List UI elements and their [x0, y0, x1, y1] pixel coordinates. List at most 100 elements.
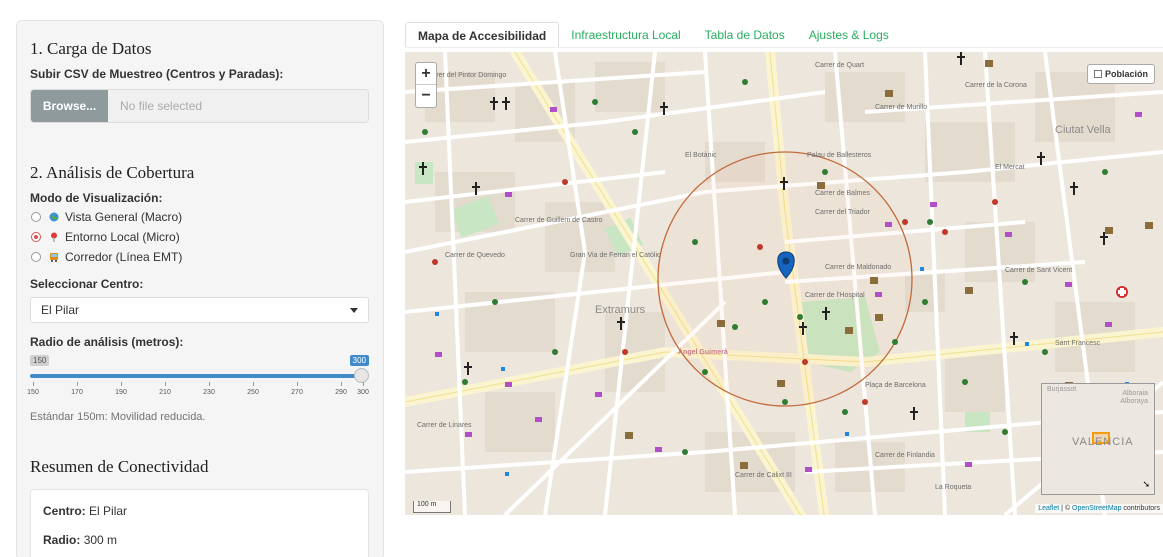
file-upload[interactable]: Browse... No file selected — [30, 89, 369, 123]
slider-tick — [209, 382, 210, 386]
map-label: Palau de Ballesteros — [807, 152, 872, 159]
population-label: Población — [1104, 69, 1148, 79]
zoom-control: + − — [415, 62, 437, 108]
summary-value: El Pilar — [89, 504, 128, 518]
slider-tick — [33, 382, 34, 386]
tab-settings-logs[interactable]: Ajustes & Logs — [797, 22, 901, 47]
map-label: Carrer de Guillem de Castro — [515, 217, 603, 224]
map-attribution: Leaflet | © OpenStreetMap contributors — [1035, 504, 1163, 513]
radius-label: Radio de análisis (metros): — [30, 335, 184, 349]
map-label: El Mercat — [995, 164, 1025, 171]
summary-radius: Radio: 300 m — [43, 533, 356, 547]
map-label: Carrer de Maldonado — [825, 264, 892, 271]
attribution-separator: | © — [1059, 505, 1073, 512]
slider-tick-label: 170 — [71, 389, 83, 396]
center-select-value: El Pilar — [41, 303, 80, 317]
minimap[interactable]: Burjassot Alboraia Alboraya VALENCIA ➘ — [1041, 383, 1155, 495]
chevron-down-icon — [350, 307, 358, 313]
minimap-label: Burjassot — [1047, 386, 1077, 393]
map-scale: 100 m — [413, 501, 451, 513]
population-checkbox[interactable] — [1093, 70, 1102, 78]
radio-mode-macro[interactable]: Vista General (Macro) — [30, 207, 369, 227]
slider-tick-label: 290 — [335, 389, 347, 396]
section-title-coverage: 2. Análisis de Cobertura — [30, 163, 195, 182]
radio-button[interactable] — [31, 212, 41, 222]
minimap-city: VALENCIA — [1072, 436, 1134, 448]
radius-slider[interactable]: 150 300 150 170 190 210 230 250 270 290 300 — [27, 355, 369, 399]
tab-local-infrastructure[interactable]: Infraestructura Local — [559, 22, 692, 47]
map-label: La Roqueta — [935, 484, 972, 491]
browse-button[interactable]: Browse... — [31, 90, 108, 122]
map-label: Carrer de Sant Vicent — [1005, 267, 1073, 274]
summary-title: Resumen de Conectividad — [30, 457, 209, 476]
radio-label: Corredor (Línea EMT) — [65, 250, 183, 264]
pin-icon — [51, 232, 57, 242]
slider-tick — [363, 382, 364, 386]
slider-tick-label: 270 — [291, 389, 303, 396]
slider-tick — [165, 382, 166, 386]
map-label: Carrer de Linares — [417, 422, 472, 429]
map-label: Carrer de Finlandia — [875, 452, 935, 459]
slider-tick-label: 300 — [357, 389, 369, 396]
slider-tick — [253, 382, 254, 386]
map-label: Gran Via de Ferran el Catòlic — [570, 252, 661, 259]
zoom-in-button[interactable]: + — [416, 63, 436, 85]
help-text: Estándar 150m: Movilidad reducida. — [30, 411, 206, 423]
tab-data-table[interactable]: Tabla de Datos — [693, 22, 797, 47]
map-label: Àngel Guimerà — [678, 349, 728, 356]
map-label: Carrer de Balmes — [815, 190, 870, 197]
slider-tick-label: 150 — [27, 389, 39, 396]
app-root: 1. Carga de Datos Subir CSV de Muestreo … — [0, 0, 1163, 557]
summary-key: Radio: — [43, 533, 81, 547]
mode-label: Modo de Visualización: — [30, 191, 163, 205]
slider-tick-label: 230 — [203, 389, 215, 396]
radio-mode-micro[interactable]: Entorno Local (Micro) — [30, 227, 369, 247]
center-label: Seleccionar Centro: — [30, 277, 144, 291]
slider-tick — [121, 382, 122, 386]
slider-handle[interactable] — [354, 368, 369, 383]
slider-tick — [297, 382, 298, 386]
osm-link[interactable]: OpenStreetMap — [1072, 505, 1121, 512]
tab-accessibility-map[interactable]: Mapa de Accesibilidad — [405, 22, 560, 47]
file-name-field[interactable]: No file selected — [108, 90, 368, 122]
slider-track[interactable] — [30, 374, 361, 378]
map-label: Carrer de Murillo — [875, 104, 928, 111]
map-label: El Botànic — [685, 152, 717, 159]
map-label: Ciutat Vella — [1055, 124, 1111, 136]
upload-label: Subir CSV de Muestreo (Centros y Paradas… — [30, 67, 284, 81]
map-label: Carrer de Quevedo — [445, 252, 505, 259]
map-label: Carrer de l'Hospital — [805, 292, 865, 299]
map-label: Plaça de Barcelona — [865, 382, 926, 389]
radio-button[interactable] — [31, 252, 41, 262]
summary-key: Centro: — [43, 504, 86, 518]
minimap-label: Alboraia — [1122, 390, 1148, 397]
radio-mode-corridor[interactable]: Corredor (Línea EMT) — [30, 247, 369, 267]
slider-tick-label: 250 — [247, 389, 259, 396]
zoom-out-button[interactable]: − — [416, 85, 436, 107]
slider-value-badge: 300 — [349, 355, 369, 366]
leaflet-link[interactable]: Leaflet — [1038, 505, 1059, 512]
slider-min-badge: 150 — [30, 355, 50, 366]
radio-button-selected[interactable] — [31, 232, 41, 242]
map-label: Carrer de Calixt III — [735, 472, 792, 479]
map-label: Sant Francesc — [1055, 340, 1101, 347]
globe-icon — [49, 212, 59, 222]
center-select[interactable]: El Pilar — [30, 297, 369, 323]
map-view[interactable]: Ciutat Vella Extramurs Àngel Guimerà El … — [405, 52, 1163, 515]
map-label: Extramurs — [595, 304, 646, 316]
slider-tick — [77, 382, 78, 386]
bus-icon — [50, 253, 58, 262]
layer-toggle-population[interactable]: Población — [1086, 64, 1155, 84]
radio-label: Vista General (Macro) — [65, 210, 183, 224]
section-title-data-load: 1. Carga de Datos — [30, 39, 152, 58]
slider-tick-label: 210 — [159, 389, 171, 396]
minimap-toggle-icon[interactable]: ➘ — [1142, 479, 1150, 490]
slider-tick-label: 190 — [115, 389, 127, 396]
slider-tick — [341, 382, 342, 386]
attribution-tail: contributors — [1121, 505, 1160, 512]
map-label: Carrer de la Corona — [965, 82, 1027, 89]
map-label: Carrer de Quart — [815, 62, 865, 69]
map-label: Carrer del Triador — [815, 209, 870, 216]
slider-ticks — [30, 382, 369, 388]
summary-center: Centro: El Pilar — [43, 504, 356, 518]
